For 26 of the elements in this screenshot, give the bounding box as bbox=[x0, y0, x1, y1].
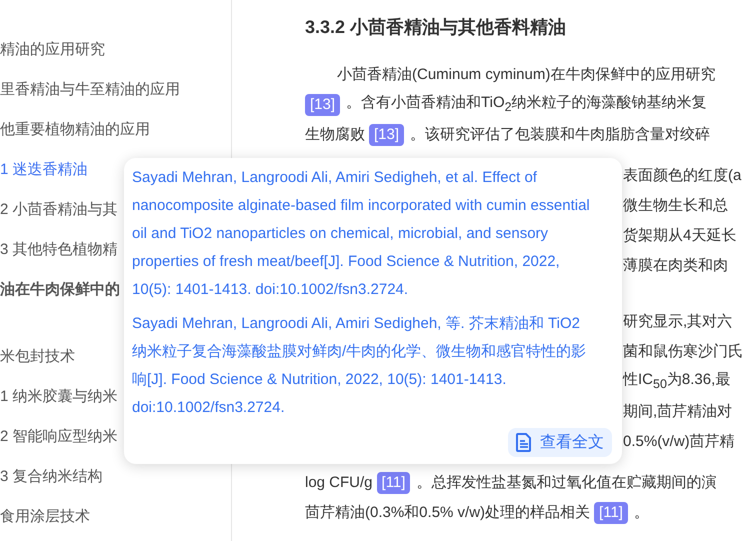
body-text: 性IC$_{50}$为8.36,最 bbox=[623, 370, 730, 393]
sidebar-item[interactable]: 他重要植物精油的应用 bbox=[0, 110, 231, 150]
sidebar-item[interactable]: 精油的应用研究 bbox=[0, 30, 231, 70]
body-text: log CFU/g bbox=[305, 473, 373, 493]
view-full-text-button[interactable]: 查看全文 bbox=[508, 428, 612, 457]
reference-text[interactable]: Sayadi Mehran, Langroodi Ali, Amiri Sedigheh, 等. 芥末精油和 TiO2 纳米粒子复合海藻酸盐膜对鲜肉/牛肉的化学、微生物和感官特性的影响[J]. Food Science & Nutrition, 2022, 10(5): 1401-1413. doi:10.1002/fsn3.2724. bbox=[132, 310, 592, 422]
section-heading: 3.3.2 小茴香精油与其他香料精油 bbox=[305, 17, 568, 38]
body-text: 期间,茴芹精油对 bbox=[623, 402, 732, 422]
body-text: 。总挥发性盐基氮和过氧化值在贮藏期间的演 bbox=[416, 473, 716, 493]
body-text: 货架期从4天延长 bbox=[623, 226, 736, 246]
body-text: 研究显示,其对六 bbox=[623, 312, 732, 332]
body-text: 茴芹精油(0.3%和0.5% v/w)处理的样品相关 bbox=[305, 503, 590, 523]
reference-text[interactable]: Sayadi Mehran, Langroodi Ali, Amiri Sedigheh, et al. Effect of nanocomposite alginate-based film incorporated with cumin essential oil and TiO2 nanoparticles on chemical, microbial, and sensory properties of fresh meat/beef[J]. Food Science & Nutrition, 2022, 10(5): 1401-1413. doi:10.1002/fsn3.2724. bbox=[132, 164, 592, 304]
body-text: 生物腐败 bbox=[305, 125, 365, 145]
body-text: 小茴香精油(Cuminum cyminum)在牛肉保鲜中的应用研究 bbox=[337, 65, 716, 85]
body-text: 表面颜色的红度(a bbox=[623, 166, 742, 186]
body-text: 。 bbox=[634, 503, 649, 523]
body-text: 0.5%(v/w)茴芹精 bbox=[623, 432, 735, 452]
body-text: 。含有小茴香精油和TiO$_{2}$纳米粒子的海藻酸钠基纳米复 bbox=[346, 93, 707, 116]
body-text: 微生物生长和总 bbox=[623, 196, 728, 216]
document-icon bbox=[516, 433, 532, 452]
body-text: 薄膜在肉类和肉 bbox=[623, 256, 728, 276]
body-text: 。该研究评估了包装膜和牛肉脂肪含量对绞碎 bbox=[410, 125, 710, 145]
body-text: 菌和鼠伤寒沙门氏 bbox=[623, 342, 743, 362]
sidebar-item[interactable]: 食用涂层技术 bbox=[0, 497, 231, 537]
sidebar-item[interactable]: 里香精油与牛至精油的应用 bbox=[0, 70, 231, 110]
